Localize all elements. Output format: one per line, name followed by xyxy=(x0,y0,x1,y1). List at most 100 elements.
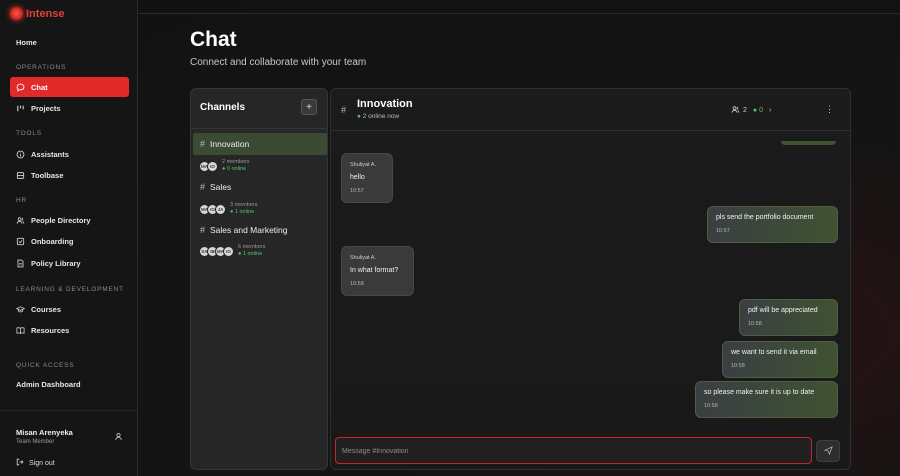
hash-icon: # xyxy=(341,105,347,115)
member-avatars: MA IO JA xyxy=(199,203,226,215)
brand-name: Intense xyxy=(26,7,65,20)
online-count: 0 online xyxy=(226,166,247,172)
channel-item-sales[interactable]: # Sales xyxy=(193,176,327,198)
plus-icon: + xyxy=(306,101,312,113)
sidebar-divider xyxy=(0,410,138,411)
user-icon[interactable] xyxy=(114,432,123,443)
page-title: Chat xyxy=(190,28,237,51)
sidebar-item-home[interactable]: Home xyxy=(10,32,129,52)
channel-meta: SA IB MA IO 6 members ● 1 online xyxy=(199,244,266,258)
sidebar-item-courses[interactable]: Courses xyxy=(10,299,129,319)
hash-icon: # xyxy=(200,225,206,235)
channel-item-innovation[interactable]: # Innovation xyxy=(193,133,327,155)
sidebar-item-assistants[interactable]: Assistants xyxy=(10,144,129,164)
page-subtitle: Connect and collaborate with your team xyxy=(190,57,367,68)
book-icon xyxy=(16,326,25,335)
member-avatars: SA IB MA IO xyxy=(199,245,234,257)
sidebar-item-label: Projects xyxy=(31,103,61,113)
sidebar-item-admin-dashboard[interactable]: Admin Dashboard xyxy=(10,374,129,394)
user-role: Team Member xyxy=(16,439,55,445)
chat-header: # Innovation ● 2 online now 2 ● 0 › ⋮ xyxy=(331,89,850,131)
member-count: 6 members xyxy=(238,244,266,250)
section-heading-hr: HR xyxy=(16,197,27,204)
online-count: 1 online xyxy=(242,251,263,257)
sidebar-item-label: Policy Library xyxy=(31,258,81,268)
message-time: 10:58 xyxy=(704,403,718,409)
sidebar-item-label: Resources xyxy=(31,325,70,335)
message-time: 10:58 xyxy=(731,363,745,369)
kanban-icon xyxy=(16,104,25,113)
message-input[interactable] xyxy=(342,444,802,458)
graduation-cap-icon xyxy=(16,305,25,314)
info-circle-icon xyxy=(16,150,25,159)
online-status: ● 2 online now xyxy=(357,113,399,120)
message-sender: Shuliyat A. xyxy=(350,255,376,261)
logo-icon xyxy=(10,7,23,20)
user-profile[interactable]: Misan Arenyeka Team Member xyxy=(16,428,73,445)
avatar: JA xyxy=(215,203,226,215)
chat-bubble-icon xyxy=(16,83,25,92)
brand-logo[interactable]: Intense xyxy=(10,7,65,20)
online-count: 1 online xyxy=(234,209,255,215)
message-bubble-outgoing: pls send the portfolio document 10:57 xyxy=(707,206,838,243)
document-icon xyxy=(16,259,25,268)
message-bubble-outgoing: pdf will be appreciated 10:58 xyxy=(739,299,838,336)
section-heading-tools: TOOLS xyxy=(16,130,42,137)
channel-item-sales-and-marketing[interactable]: # Sales and Marketing xyxy=(193,219,327,241)
members-button[interactable]: 2 xyxy=(731,105,747,116)
database-icon xyxy=(16,171,25,180)
sidebar-item-people-directory[interactable]: People Directory xyxy=(10,210,129,230)
message-text: In what format? xyxy=(350,267,399,274)
sidebar-item-onboarding[interactable]: Onboarding xyxy=(10,231,129,251)
sidebar-item-label: People Directory xyxy=(31,215,91,225)
message-input-wrapper xyxy=(335,437,812,464)
avatar: IO xyxy=(223,245,234,257)
sidebar-item-label: Onboarding xyxy=(31,236,74,246)
online-count: 0 xyxy=(759,107,764,114)
channel-meta: MA IO JA 3 members ● 1 online xyxy=(199,202,258,216)
message-bubble-incoming: Shuliyat A. In what format? 10:58 xyxy=(341,246,414,296)
message-sender: Shuliyat A. xyxy=(350,162,376,168)
channel-meta: MA IO 2 members ● 0 online xyxy=(199,159,250,173)
sidebar-item-resources[interactable]: Resources xyxy=(10,320,129,340)
sidebar-item-label: Assistants xyxy=(31,149,69,159)
people-icon xyxy=(731,105,740,116)
sign-out-icon xyxy=(16,458,24,468)
sidebar-item-chat[interactable]: Chat xyxy=(10,77,129,97)
channels-panel: Channels + # Innovation MA IO 2 members … xyxy=(190,88,328,470)
sign-out-button[interactable]: Sign out xyxy=(16,458,55,468)
sidebar-item-toolbase[interactable]: Toolbase xyxy=(10,165,129,185)
header-tools: 2 ● 0 › xyxy=(731,105,771,116)
people-icon xyxy=(16,216,25,225)
send-button[interactable] xyxy=(816,440,840,462)
send-icon xyxy=(823,445,833,457)
message-bubble-outgoing: so please make sure it is up to date 10:… xyxy=(695,381,838,418)
message-text: so please make sure it is up to date xyxy=(704,389,815,396)
channels-header: Channels + xyxy=(191,89,327,129)
add-channel-button[interactable]: + xyxy=(301,99,317,115)
member-avatars: MA IO xyxy=(199,160,218,172)
sidebar-item-label: Courses xyxy=(31,304,62,314)
chevron-right-icon[interactable]: › xyxy=(769,107,771,114)
sidebar-item-projects[interactable]: Projects xyxy=(10,98,129,118)
message-bubble-incoming: Shuliyat A. hello 10:57 xyxy=(341,153,393,203)
message-time: 10:57 xyxy=(716,228,730,234)
channel-name: Sales xyxy=(210,182,232,192)
channel-name: Sales and Marketing xyxy=(210,225,288,235)
section-heading-operations: OPERATIONS xyxy=(16,64,67,71)
more-options-icon[interactable]: ⋮ xyxy=(825,104,834,115)
message-time: 10:58 xyxy=(748,321,762,327)
sidebar-item-label: Chat xyxy=(31,82,48,92)
sidebar-item-policy-library[interactable]: Policy Library xyxy=(10,253,129,273)
chat-panel: # Innovation ● 2 online now 2 ● 0 › ⋮ Sh… xyxy=(330,88,851,470)
message-time: 10:58 xyxy=(350,281,364,287)
section-heading-learning: LEARNING & DEVELOPMENT xyxy=(16,286,124,293)
online-now-text: 2 online now xyxy=(362,113,400,120)
message-text: we want to send it via email xyxy=(731,349,817,356)
sidebar-item-label: Toolbase xyxy=(31,170,64,180)
user-name: Misan Arenyeka xyxy=(16,428,73,437)
sidebar: Intense Home OPERATIONS Chat Projects TO… xyxy=(0,0,138,476)
member-count: 2 members xyxy=(222,159,250,165)
section-heading-quick-access: QUICK ACCESS xyxy=(16,362,75,369)
message-text: pls send the portfolio document xyxy=(716,214,814,221)
